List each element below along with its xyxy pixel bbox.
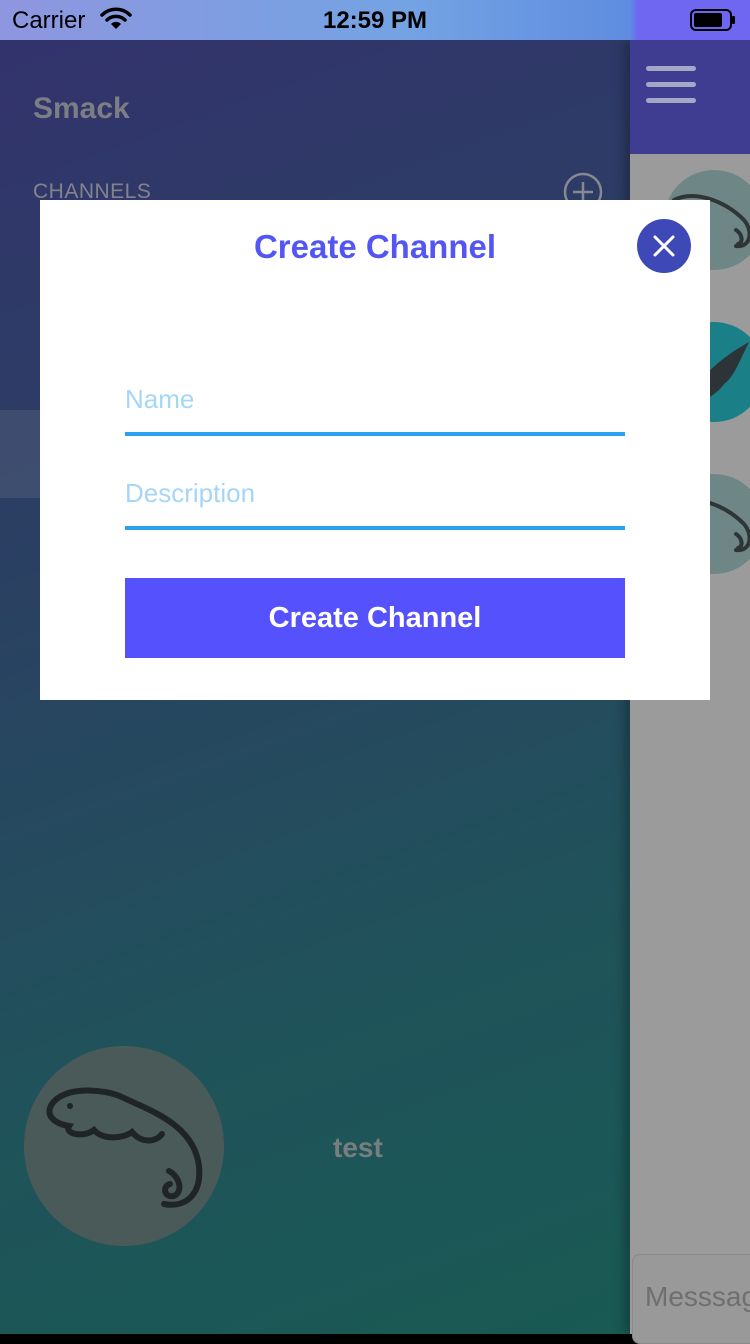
channel-name-input[interactable] (125, 366, 625, 436)
channel-description-input[interactable] (125, 460, 625, 530)
hamburger-icon[interactable] (646, 66, 696, 106)
message-input[interactable]: Messsage (632, 1254, 750, 1344)
close-icon (653, 235, 675, 257)
clock: 12:59 PM (322, 7, 428, 34)
modal-title: Create Channel (253, 228, 497, 265)
chat-header (630, 40, 750, 154)
status-bar: Carrier 12:59 PM (0, 0, 750, 40)
create-channel-modal: Create Channel Create Channel (40, 200, 710, 700)
create-channel-button[interactable]: Create Channel (125, 578, 625, 658)
battery-icon (690, 9, 735, 31)
close-button[interactable] (637, 219, 691, 273)
